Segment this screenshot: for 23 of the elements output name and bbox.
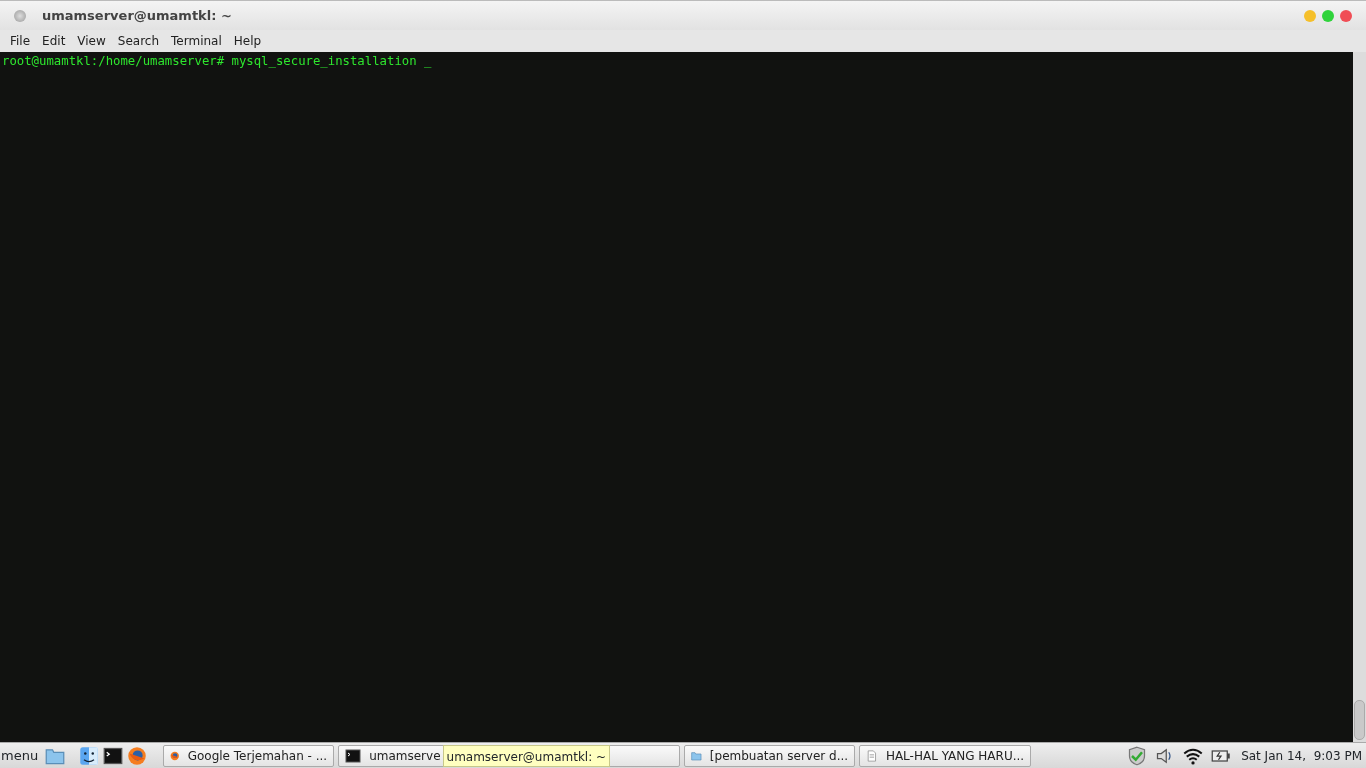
terminal-icon [345,747,362,764]
terminal-icon[interactable] [103,745,124,766]
scrollbar[interactable] [1353,52,1366,742]
menu-item[interactable]: Search [111,32,166,50]
document-icon [866,747,878,764]
start-menu-button[interactable]: menu [0,745,42,766]
smiling-face-icon[interactable] [79,745,100,766]
close-button[interactable] [1340,9,1352,22]
shield-check-icon[interactable] [1127,745,1148,766]
taskbar-window-button[interactable]: [pembuatan server d... [684,744,856,767]
clock[interactable]: Sat Jan 14, 9:03 PM [1235,746,1366,765]
menu-item[interactable]: File [4,32,37,50]
menu-item[interactable]: Help [227,32,268,50]
fox-globe-icon[interactable] [127,745,148,766]
menu-item[interactable]: View [71,32,112,50]
window-title: umamserver@umamtkl: ~ [42,6,233,25]
terminal-line: root@umamtkl:/home/umamserver# mysql_secure_installation _ [1,53,433,70]
menu-item[interactable]: Terminal [165,32,228,50]
tooltip: umamserver@umamtkl: ~ [442,745,611,767]
taskbar-window-button[interactable]: HAL-HAL YANG HARU... [859,744,1032,767]
scrollbar-thumb[interactable] [1354,700,1365,740]
menu-item[interactable]: Edit [36,32,72,50]
taskbar-window-button[interactable]: Google Terjemahan - ... [163,744,335,767]
